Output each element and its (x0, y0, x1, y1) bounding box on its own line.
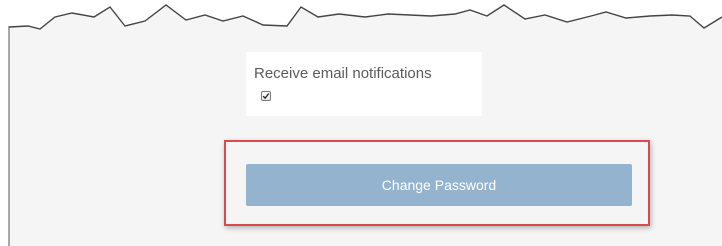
checkmark-icon (262, 93, 270, 100)
email-notifications-label: Receive email notifications (254, 65, 432, 82)
change-password-button[interactable]: Change Password (246, 164, 632, 206)
email-notifications-checkbox[interactable] (261, 91, 271, 101)
notifications-card: Receive email notifications (246, 52, 482, 116)
